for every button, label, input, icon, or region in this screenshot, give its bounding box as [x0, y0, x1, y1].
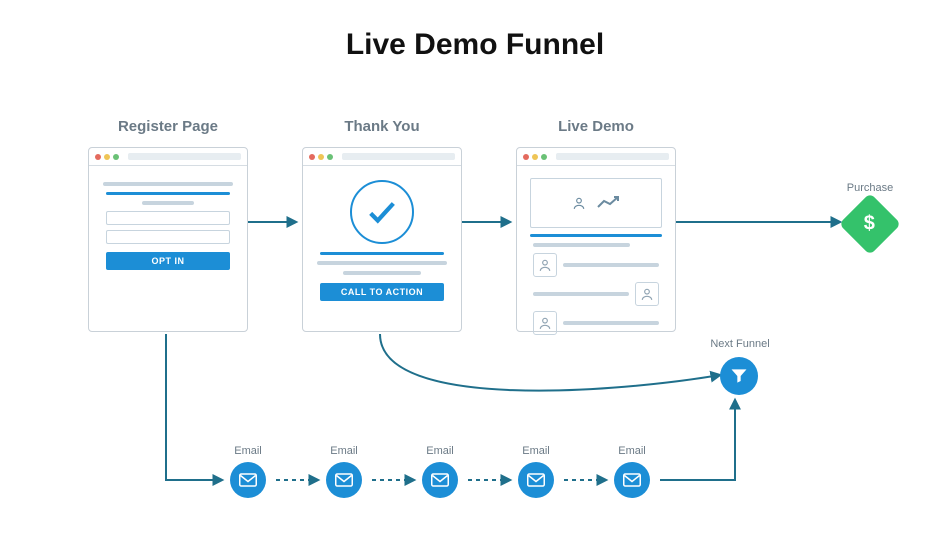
attendee-icon — [533, 311, 557, 335]
livedemo-browser — [516, 147, 676, 332]
window-dot-red — [95, 154, 101, 160]
purchase-icon: $ — [839, 193, 901, 255]
presenter-icon — [572, 196, 586, 210]
text-line — [530, 234, 661, 237]
window-dot-green — [541, 154, 547, 160]
attendee-row — [533, 282, 659, 306]
cta-button: CALL TO ACTION — [320, 283, 444, 301]
attendee-row — [533, 311, 659, 335]
register-label: Register Page — [88, 118, 248, 135]
presentation-slide — [530, 178, 661, 228]
window-dot-yellow — [104, 154, 110, 160]
thankyou-label: Thank You — [302, 118, 462, 135]
thankyou-browser: CALL TO ACTION — [302, 147, 462, 332]
email-icon — [230, 462, 266, 498]
window-dot-red — [523, 154, 529, 160]
text-line — [317, 261, 447, 265]
browser-chrome — [517, 148, 675, 166]
optin-button: OPT IN — [106, 252, 230, 270]
window-dot-yellow — [532, 154, 538, 160]
email-label: Email — [422, 445, 458, 457]
window-dot-red — [309, 154, 315, 160]
address-bar — [342, 153, 455, 160]
email-icon — [326, 462, 362, 498]
text-line — [142, 201, 194, 205]
attendee-icon — [635, 282, 659, 306]
form-input — [106, 211, 230, 225]
browser-chrome — [303, 148, 461, 166]
text-line — [533, 243, 630, 247]
window-dot-yellow — [318, 154, 324, 160]
email-icon — [422, 462, 458, 498]
register-browser: OPT IN — [88, 147, 248, 332]
attendee-icon — [533, 253, 557, 277]
livedemo-label: Live Demo — [516, 118, 676, 135]
browser-chrome — [89, 148, 247, 166]
text-line — [343, 271, 421, 275]
chart-icon — [596, 195, 620, 211]
email-icon — [614, 462, 650, 498]
email-label: Email — [326, 445, 362, 457]
window-dot-green — [113, 154, 119, 160]
email-label: Email — [614, 445, 650, 457]
text-line — [106, 192, 230, 195]
checkmark-icon — [350, 180, 414, 244]
text-line — [320, 252, 444, 255]
funnel-icon — [720, 357, 758, 395]
address-bar — [556, 153, 669, 160]
diagram-stage: Register Page OPT IN Thank You — [0, 72, 950, 542]
nextfunnel-label: Next Funnel — [705, 338, 775, 350]
email-icon — [518, 462, 554, 498]
attendee-row — [533, 253, 659, 277]
email-label: Email — [230, 445, 266, 457]
purchase-label: Purchase — [835, 182, 905, 194]
window-dot-green — [327, 154, 333, 160]
address-bar — [128, 153, 241, 160]
form-input — [106, 230, 230, 244]
dollar-icon: $ — [864, 213, 875, 236]
text-line — [563, 263, 659, 267]
diagram-title: Live Demo Funnel — [0, 0, 950, 62]
text-line — [533, 292, 629, 296]
text-line — [563, 321, 659, 325]
email-label: Email — [518, 445, 554, 457]
text-line — [103, 182, 233, 186]
